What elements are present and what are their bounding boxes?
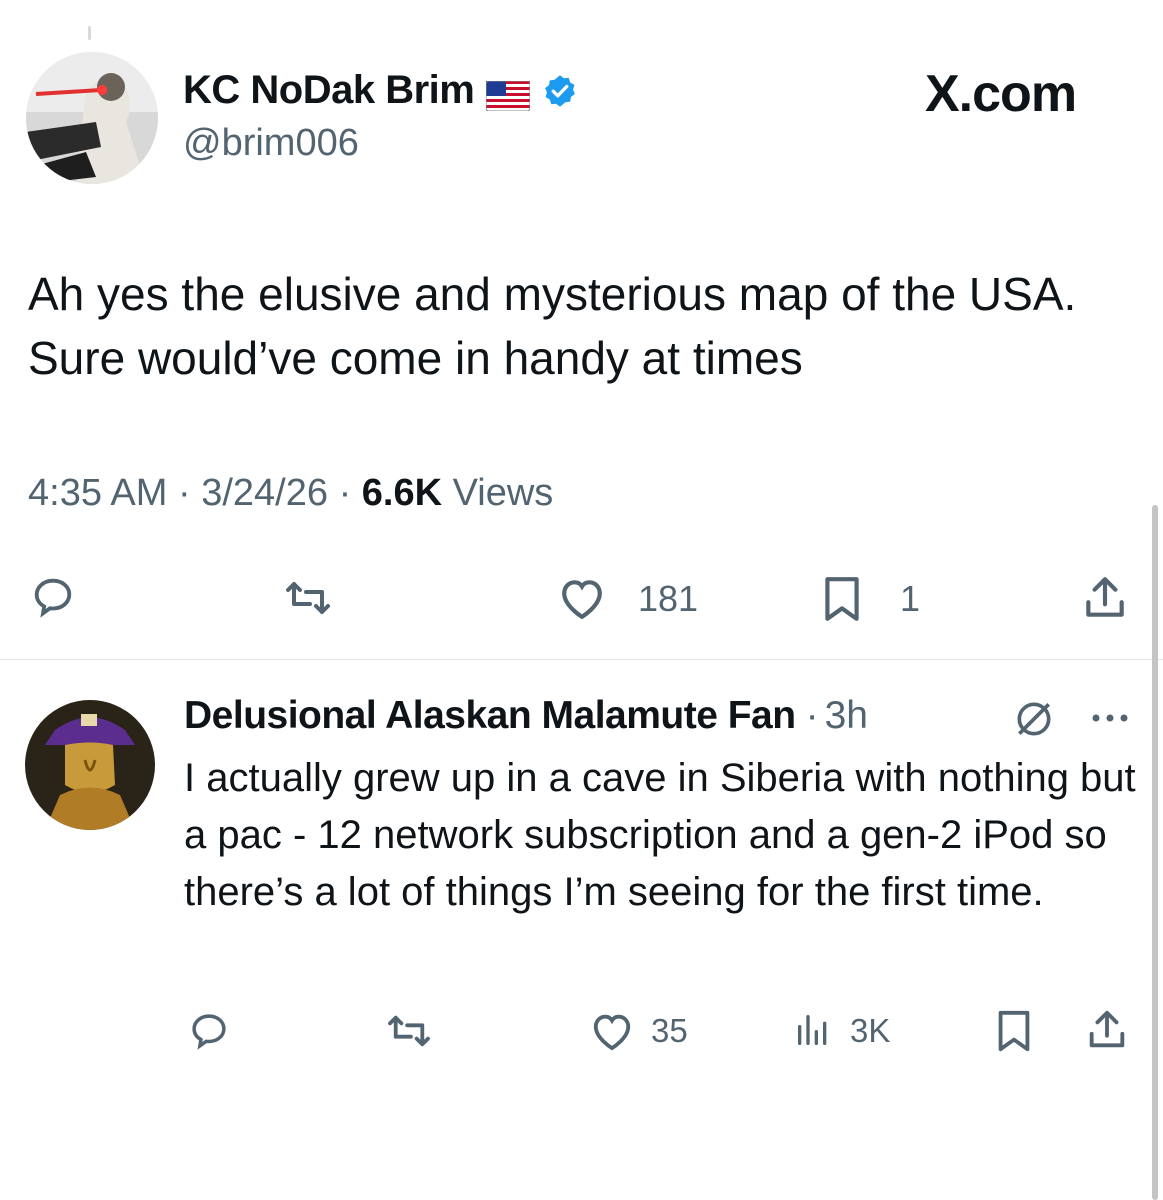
tweet-date[interactable]: 3/24/26 <box>201 472 328 514</box>
scrollbar[interactable] <box>1152 505 1158 1200</box>
reply-text: I actually grew up in a cave in Siberia … <box>184 756 1136 914</box>
reply-repost-icon[interactable] <box>386 1012 432 1055</box>
tweet-text: Ah yes the elusive and mysterious map of… <box>28 268 1077 384</box>
reply-bookmark-icon[interactable] <box>994 1008 1034 1059</box>
share-icon[interactable] <box>1080 572 1130 629</box>
reply-separator: · <box>805 694 819 737</box>
reply-author-avatar[interactable] <box>25 700 155 830</box>
tweet-time[interactable]: 4:35 AM <box>28 472 167 514</box>
verified-badge-icon <box>542 73 578 109</box>
divider <box>0 659 1163 660</box>
author-avatar[interactable] <box>26 52 158 184</box>
author-name-row: KC NoDak Brim <box>183 68 578 113</box>
repost-icon[interactable] <box>284 578 332 623</box>
views-label: Views <box>452 472 554 514</box>
like-icon[interactable] <box>556 575 608 626</box>
reply-views-count: 3K <box>850 1012 891 1049</box>
reply-reply-icon[interactable] <box>188 1010 230 1057</box>
reply-age[interactable]: 3h <box>825 694 868 738</box>
reply-like-count: 35 <box>651 1012 688 1049</box>
tweet-meta: 4:35 AM · 3/24/26 · 6.6K Views <box>28 472 554 514</box>
reply-views-icon[interactable] <box>792 1010 834 1055</box>
x-com-watermark: X.com <box>925 65 1077 123</box>
author-handle[interactable]: @brim006 <box>183 122 359 165</box>
views-count: 6.6K <box>361 472 443 514</box>
bookmark-count: 1 <box>900 578 921 619</box>
reply-header: Delusional Alaskan Malamute Fan · 3h <box>184 694 868 738</box>
top-scroll-indicator <box>88 26 91 40</box>
reply-like-icon[interactable] <box>588 1010 636 1057</box>
author-name[interactable]: KC NoDak Brim <box>183 68 475 113</box>
grok-icon[interactable] <box>1012 697 1056 746</box>
reply-icon[interactable] <box>30 574 76 625</box>
like-count: 181 <box>638 578 699 619</box>
more-options-icon[interactable] <box>1088 710 1132 731</box>
us-flag-icon <box>485 76 531 111</box>
reply-share-icon[interactable] <box>1084 1006 1130 1059</box>
bookmark-icon[interactable] <box>820 574 864 629</box>
reply-author-name[interactable]: Delusional Alaskan Malamute Fan <box>184 694 796 738</box>
